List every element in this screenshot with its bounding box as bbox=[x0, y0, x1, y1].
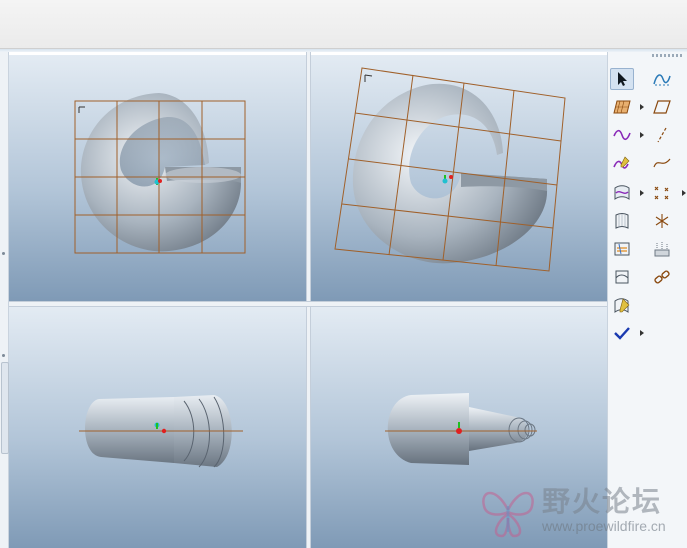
dropdown-arrow-icon[interactable] bbox=[640, 330, 644, 336]
shell-side-profile bbox=[387, 393, 536, 465]
feature-toolbar bbox=[607, 52, 687, 548]
surface-edit-icon[interactable] bbox=[610, 294, 634, 316]
watermark-title: 野火论坛 bbox=[542, 485, 663, 518]
top-divider bbox=[0, 49, 687, 52]
left-gutter bbox=[0, 52, 9, 548]
surface-blend-icon[interactable] bbox=[610, 266, 634, 288]
coordinate-system-icon[interactable] bbox=[650, 210, 674, 232]
watermark: 野火论坛 www.proewildfire.cn bbox=[474, 478, 682, 544]
datum-plane-icon[interactable] bbox=[650, 96, 674, 118]
toolbar-grip[interactable] bbox=[652, 54, 684, 57]
viewport-top[interactable] bbox=[9, 307, 306, 548]
gutter-dot bbox=[2, 252, 5, 255]
curve-edit-icon[interactable] bbox=[610, 152, 634, 174]
surface-trim-icon[interactable] bbox=[610, 238, 634, 260]
boundary-surface-icon[interactable] bbox=[610, 210, 634, 232]
spiral-shell-model bbox=[80, 93, 241, 252]
viewport-isometric[interactable] bbox=[311, 55, 607, 301]
dropdown-arrow-icon[interactable] bbox=[682, 190, 686, 196]
viewport-splitter-vertical[interactable] bbox=[306, 52, 311, 548]
surface-curve-icon[interactable] bbox=[610, 182, 634, 204]
done-check-icon[interactable] bbox=[610, 322, 634, 344]
sash-handle[interactable] bbox=[1, 362, 9, 454]
coordinate-marker bbox=[364, 74, 373, 82]
spiral-shell-model bbox=[352, 83, 548, 264]
coordinate-marker bbox=[78, 106, 85, 113]
viewport-front[interactable] bbox=[9, 55, 306, 301]
dropdown-arrow-icon[interactable] bbox=[640, 104, 644, 110]
select-icon[interactable] bbox=[610, 68, 634, 90]
sketched-datum-curve-icon[interactable] bbox=[650, 68, 674, 90]
gutter-dot bbox=[2, 354, 5, 357]
butterfly-logo-icon bbox=[482, 491, 534, 538]
curve-wave-icon[interactable] bbox=[610, 124, 634, 146]
origin-triad bbox=[442, 175, 453, 184]
viewport-splitter-horizontal[interactable] bbox=[9, 301, 607, 307]
top-toolbar-area bbox=[0, 0, 687, 49]
analysis-icon[interactable] bbox=[650, 238, 674, 260]
chain-link-icon[interactable] bbox=[650, 266, 674, 288]
datum-axis-icon[interactable] bbox=[650, 124, 674, 146]
datum-plane-grid-icon[interactable] bbox=[610, 96, 634, 118]
watermark-url: www.proewildfire.cn bbox=[542, 518, 666, 534]
dropdown-arrow-icon[interactable] bbox=[640, 190, 644, 196]
spline-curve-icon[interactable] bbox=[650, 152, 674, 174]
dropdown-arrow-icon[interactable] bbox=[640, 132, 644, 138]
datum-points-icon[interactable] bbox=[650, 182, 674, 204]
